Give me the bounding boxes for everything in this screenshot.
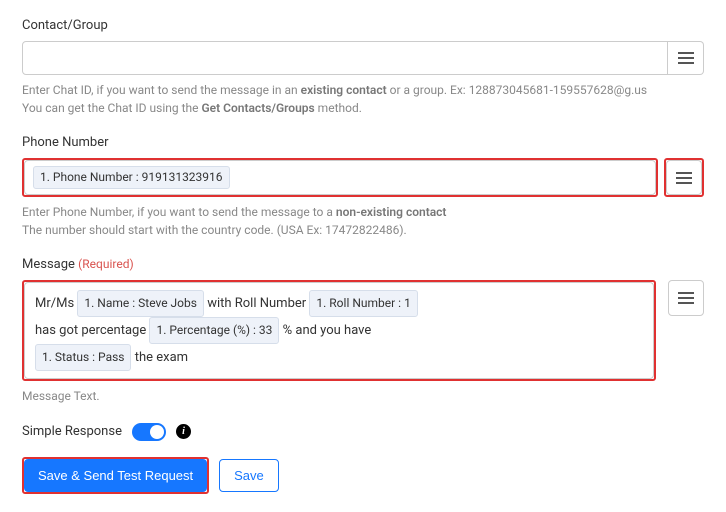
message-label: Message (Required) — [22, 257, 704, 272]
hamburger-icon — [678, 292, 694, 304]
contact-group-options-button[interactable] — [668, 41, 704, 75]
message-options-button[interactable] — [668, 280, 704, 316]
contact-group-help: Enter Chat ID, if you want to send the m… — [22, 81, 704, 117]
message-text-part: Mr/Ms — [35, 296, 74, 311]
message-text-part: with Roll Number — [207, 296, 306, 311]
phone-number-token[interactable]: 1. Phone Number : 919131323916 — [33, 166, 230, 189]
message-roll-token[interactable]: 1. Roll Number : 1 — [309, 290, 417, 317]
message-input[interactable]: Mr/Ms 1. Name : Steve Jobs with Roll Num… — [24, 282, 654, 378]
hamburger-icon — [678, 52, 694, 64]
phone-number-input[interactable]: 1. Phone Number : 919131323916 — [24, 160, 656, 195]
info-icon[interactable]: i — [176, 424, 191, 439]
message-status-token[interactable]: 1. Status : Pass — [35, 344, 131, 371]
simple-response-label: Simple Response — [22, 424, 122, 439]
phone-number-help: Enter Phone Number, if you want to send … — [22, 203, 704, 239]
phone-number-label: Phone Number — [22, 135, 704, 150]
phone-number-options-button[interactable] — [666, 160, 702, 195]
message-help: Message Text. — [22, 387, 704, 405]
save-button[interactable]: Save — [219, 459, 279, 492]
contact-group-input[interactable] — [22, 41, 668, 75]
hamburger-icon — [676, 172, 692, 184]
simple-response-toggle[interactable] — [132, 423, 166, 441]
save-send-test-request-button[interactable]: Save & Send Test Request — [24, 459, 207, 492]
message-text-part: the exam — [135, 350, 188, 365]
message-name-token[interactable]: 1. Name : Steve Jobs — [77, 290, 204, 317]
message-percentage-token[interactable]: 1. Percentage (%) : 33 — [149, 317, 279, 344]
message-text-part: % and you have — [283, 323, 372, 338]
message-text-part: has got percentage — [35, 323, 146, 338]
required-indicator: (Required) — [78, 257, 133, 271]
contact-group-label: Contact/Group — [22, 18, 704, 33]
